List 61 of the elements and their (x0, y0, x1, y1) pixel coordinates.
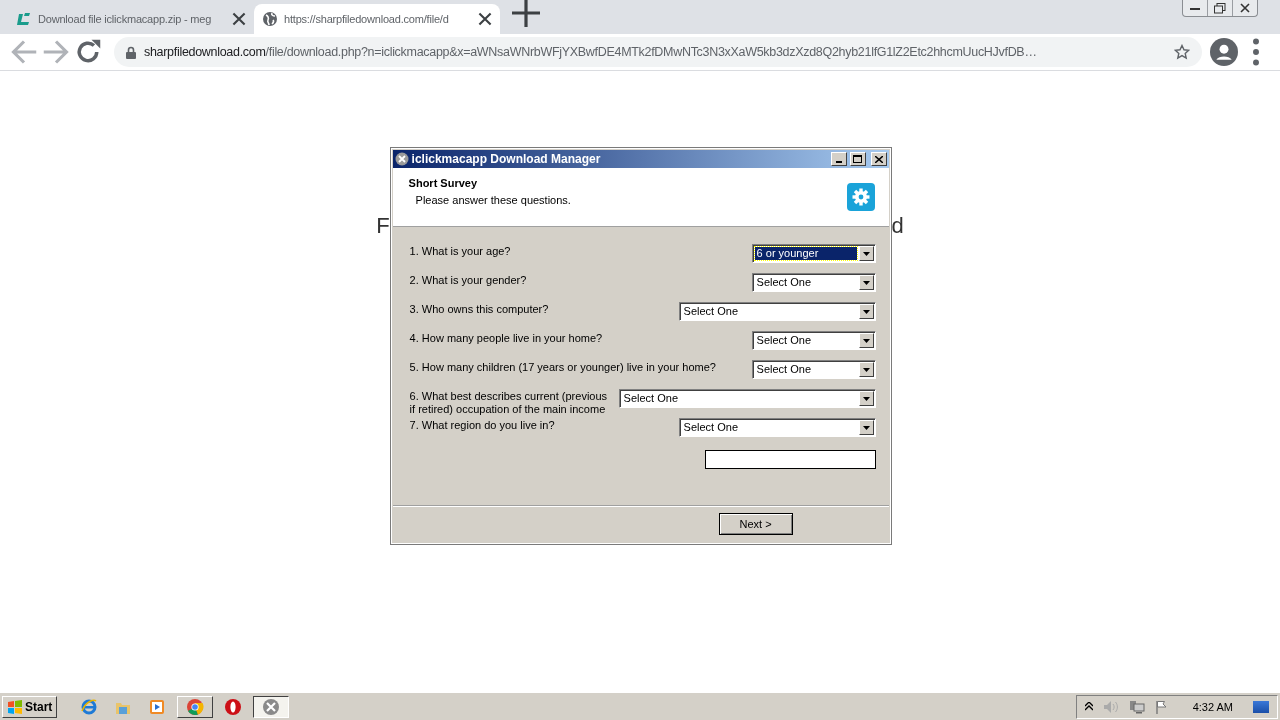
maximize-button[interactable] (849, 152, 866, 166)
question-label: 1. What is your age? (409, 244, 511, 258)
answer-dropdown[interactable]: Select One (751, 360, 876, 379)
answer-dropdown[interactable]: Select One (678, 302, 876, 321)
answer-dropdown[interactable]: Select One (751, 331, 876, 350)
network-icon[interactable] (1128, 699, 1145, 714)
dropdown-arrow-icon (862, 367, 870, 372)
close-icon[interactable] (232, 12, 246, 26)
close-button[interactable] (870, 152, 887, 166)
answer-dropdown[interactable]: Select One (678, 418, 876, 437)
app-icon (262, 697, 281, 716)
page-heading-fragment: d (891, 213, 904, 239)
minimize-icon[interactable] (1190, 5, 1200, 11)
site-logo-icon (16, 11, 32, 27)
media-player-icon (148, 697, 167, 716)
maximize-icon (853, 155, 863, 163)
answer-dropdown[interactable]: Select One (618, 389, 876, 408)
globe-icon (262, 11, 278, 27)
dropdown-arrow-icon (862, 251, 870, 256)
app-icon (394, 152, 409, 166)
flag-icon[interactable] (1154, 699, 1169, 714)
question-label: 6. What best describes current (previous if retired) occupation of the main income (409, 389, 609, 416)
settings-icon (846, 183, 875, 211)
windows-logo-icon (7, 699, 23, 714)
survey-title: Short Survey (408, 177, 479, 189)
close-icon (874, 155, 883, 163)
dropdown-arrow-icon (862, 280, 870, 285)
question-label: 3. Who owns this computer? (409, 302, 549, 316)
dropdown-arrow-icon (862, 396, 870, 401)
dropdown-arrow-icon (862, 309, 870, 314)
start-button[interactable]: Start (2, 695, 58, 718)
opera-icon (224, 697, 243, 716)
close-icon[interactable] (478, 12, 492, 26)
browser-e-icon (80, 697, 99, 716)
new-tab-icon[interactable] (512, 0, 540, 27)
page-heading-fragment: F (376, 213, 390, 239)
restore-icon[interactable] (1214, 2, 1226, 14)
minimize-button[interactable] (830, 152, 847, 166)
show-hidden-icons-icon[interactable] (1084, 702, 1093, 711)
question-label: 7. What region do you live in? (409, 418, 555, 432)
dialog-title-bar: iclickmacapp Download Manager (392, 150, 889, 168)
clock[interactable]: 4:32 AM (1192, 700, 1233, 713)
answer-dropdown[interactable]: 6 or younger (751, 244, 876, 263)
question-label: 2. What is your gender? (409, 273, 527, 287)
dropdown-arrow-icon (862, 425, 870, 430)
survey-instructions: Please answer these questions. (414, 194, 572, 206)
lock-icon (126, 45, 136, 59)
bookmark-star-icon[interactable] (1174, 44, 1190, 60)
profile-icon[interactable] (1208, 38, 1240, 66)
show-desktop-button[interactable] (1253, 700, 1269, 713)
close-icon[interactable] (1240, 3, 1250, 13)
question-label: 4. How many people live in your home? (409, 331, 603, 345)
dropdown-arrow-icon (862, 338, 870, 343)
next-button[interactable]: Next > (718, 513, 793, 535)
input-field[interactable] (704, 450, 876, 469)
browser-tab[interactable]: Download file iclickmacapp.zip - meg (8, 4, 254, 34)
chrome-icon (186, 697, 205, 716)
address-bar[interactable]: sharpfiledownload.com/file/download.php?n=iclickmacapp&x=aWNsaWNrbWFjYXBwfDE4MTk2fDMwNTc3N3xXaW5kb3dzXzd8Q2hyb21lfG1lZ2Etc2hhcmUucHJvfDB… (114, 37, 1202, 67)
question-label: 5. How many children (17 years or younger) live in your home? (409, 360, 716, 374)
answer-dropdown[interactable]: Select One (751, 273, 876, 292)
browser-tab[interactable]: https://sharpfiledownload.com/file/d (254, 4, 500, 34)
